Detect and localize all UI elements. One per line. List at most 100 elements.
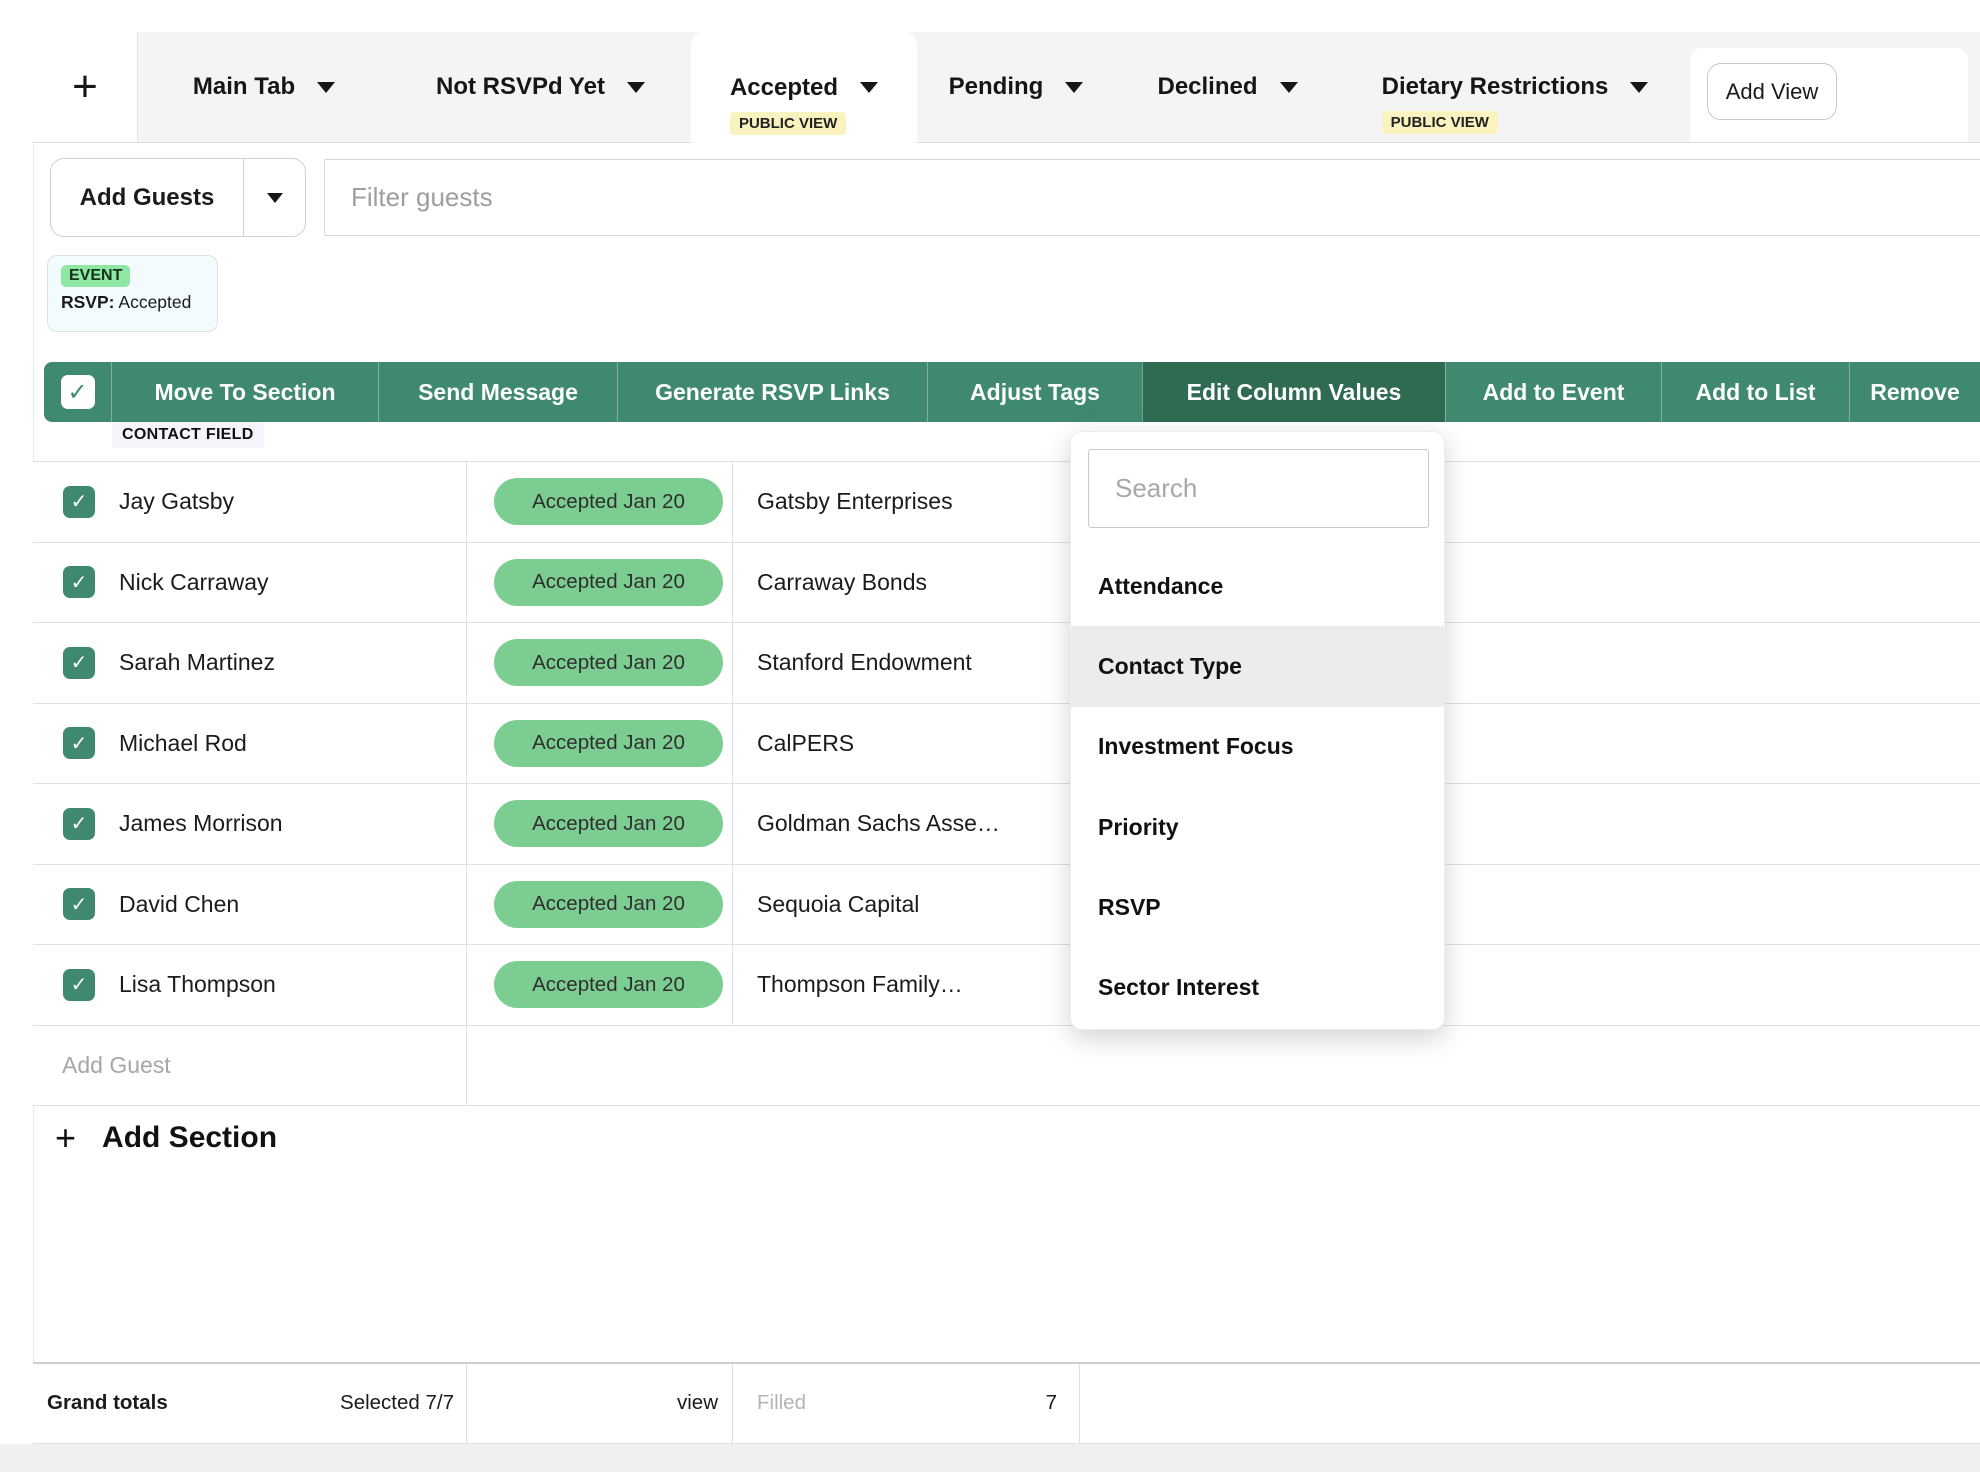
tab-label: Dietary Restrictions bbox=[1382, 73, 1609, 101]
send-message-button[interactable]: Send Message bbox=[378, 362, 617, 422]
guest-name[interactable]: Jay Gatsby bbox=[119, 488, 234, 515]
rsvp-status-pill[interactable]: Accepted Jan 20 bbox=[494, 800, 723, 847]
filter-field-label: RSVP: bbox=[61, 292, 114, 312]
grand-totals-label: Grand totals bbox=[47, 1391, 168, 1415]
tab-bar-divider bbox=[33, 142, 1980, 144]
menu-item-sector-interest[interactable]: Sector Interest bbox=[1071, 947, 1444, 1027]
company-cell[interactable]: Thompson Family… bbox=[733, 945, 1080, 1025]
menu-item-priority[interactable]: Priority bbox=[1071, 787, 1444, 867]
rsvp-status-pill[interactable]: Accepted Jan 20 bbox=[494, 961, 723, 1008]
edit-column-values-button[interactable]: Edit Column Values bbox=[1142, 362, 1445, 422]
plus-icon: + bbox=[72, 65, 98, 109]
menu-item-rsvp[interactable]: RSVP bbox=[1071, 867, 1444, 947]
check-icon: ✓ bbox=[71, 892, 88, 917]
new-view-tab-button[interactable]: + bbox=[33, 32, 138, 142]
public-view-badge: PUBLIC VIEW bbox=[730, 112, 846, 135]
guest-name[interactable]: James Morrison bbox=[119, 810, 283, 837]
table-row: ✓ James Morrison Accepted Jan 20 Goldman… bbox=[33, 784, 1980, 865]
tab-label: Declined bbox=[1157, 73, 1257, 101]
filter-guests-input[interactable] bbox=[324, 159, 1980, 236]
check-icon: ✓ bbox=[71, 570, 88, 595]
chevron-down-icon[interactable] bbox=[1280, 82, 1298, 93]
menu-item-attendance[interactable]: Attendance bbox=[1071, 546, 1444, 626]
tab-dietary-restrictions[interactable]: Dietary Restrictions PUBLIC VIEW bbox=[1340, 32, 1690, 142]
tab-accepted[interactable]: Accepted PUBLIC VIEW bbox=[691, 32, 917, 144]
contact-field-tag: CONTACT FIELD bbox=[112, 422, 264, 448]
tab-declined[interactable]: Declined bbox=[1115, 32, 1340, 142]
adjust-tags-button[interactable]: Adjust Tags bbox=[927, 362, 1142, 422]
tab-pending[interactable]: Pending bbox=[917, 32, 1115, 142]
chevron-down-icon[interactable] bbox=[860, 82, 878, 93]
table-row: ✓ Sarah Martinez Accepted Jan 20 Stanfor… bbox=[33, 623, 1980, 704]
guest-name[interactable]: Sarah Martinez bbox=[119, 649, 275, 676]
guest-name[interactable]: Nick Carraway bbox=[119, 569, 269, 596]
row-checkbox[interactable]: ✓ bbox=[63, 808, 95, 840]
company-cell[interactable]: Gatsby Enterprises bbox=[733, 462, 1080, 542]
empty-cell bbox=[733, 1026, 1080, 1106]
plus-icon: + bbox=[55, 1120, 76, 1156]
add-to-event-button[interactable]: Add to Event bbox=[1445, 362, 1661, 422]
chevron-down-icon[interactable] bbox=[1630, 82, 1648, 93]
guest-name[interactable]: David Chen bbox=[119, 891, 239, 918]
dropdown-search-input[interactable] bbox=[1088, 449, 1429, 528]
tab-label: Main Tab bbox=[193, 73, 295, 101]
public-view-badge: PUBLIC VIEW bbox=[1382, 111, 1498, 134]
selected-summary: Selected 7/7 bbox=[340, 1391, 454, 1415]
add-view-button[interactable]: Add View bbox=[1707, 63, 1837, 120]
row-checkbox[interactable]: ✓ bbox=[63, 888, 95, 920]
chevron-down-icon[interactable] bbox=[1065, 82, 1083, 93]
tab-not-rsvpd-yet[interactable]: Not RSVPd Yet bbox=[390, 32, 691, 142]
select-all-checkbox[interactable]: ✓ bbox=[61, 375, 95, 409]
row-checkbox[interactable]: ✓ bbox=[63, 727, 95, 759]
rsvp-filter-chip[interactable]: EVENT RSVP: Accepted bbox=[47, 255, 218, 332]
company-cell[interactable]: Goldman Sachs Asse… bbox=[733, 784, 1080, 864]
add-guest-row[interactable]: Add Guest bbox=[33, 1026, 1980, 1107]
company-cell[interactable]: Sequoia Capital bbox=[733, 865, 1080, 945]
remove-button[interactable]: Remove bbox=[1849, 362, 1980, 422]
filter-guests-field bbox=[324, 159, 1980, 236]
tab-main-tab[interactable]: Main Tab bbox=[138, 32, 390, 142]
row-checkbox[interactable]: ✓ bbox=[63, 647, 95, 679]
dropdown-item-list: Attendance Contact Type Investment Focus… bbox=[1071, 546, 1444, 1028]
tab-label: Pending bbox=[949, 73, 1044, 101]
row-checkbox[interactable]: ✓ bbox=[63, 969, 95, 1001]
check-icon: ✓ bbox=[71, 972, 88, 997]
move-to-section-button[interactable]: Move To Section bbox=[111, 362, 378, 422]
guest-name[interactable]: Lisa Thompson bbox=[119, 971, 276, 998]
rsvp-status-pill[interactable]: Accepted Jan 20 bbox=[494, 559, 723, 606]
company-cell[interactable]: Carraway Bonds bbox=[733, 543, 1080, 623]
add-section-button[interactable]: + Add Section bbox=[55, 1120, 277, 1156]
row-checkbox[interactable]: ✓ bbox=[63, 566, 95, 598]
row-checkbox[interactable]: ✓ bbox=[63, 486, 95, 518]
empty-cell bbox=[1080, 1026, 1980, 1106]
add-view-panel: Add View bbox=[1690, 48, 1968, 142]
filter-field-value: Accepted bbox=[118, 292, 191, 312]
chevron-down-icon[interactable] bbox=[627, 82, 645, 93]
select-all-cell: ✓ bbox=[44, 362, 111, 422]
company-cell[interactable]: CalPERS bbox=[733, 704, 1080, 784]
check-icon: ✓ bbox=[71, 650, 88, 675]
chevron-down-icon[interactable] bbox=[317, 82, 335, 93]
filter-chip-text: RSVP: Accepted bbox=[61, 292, 204, 313]
event-badge: EVENT bbox=[61, 265, 130, 287]
rsvp-status-pill[interactable]: Accepted Jan 20 bbox=[494, 881, 723, 928]
table-row: ✓ David Chen Accepted Jan 20 Sequoia Cap… bbox=[33, 865, 1980, 946]
generate-rsvp-links-button[interactable]: Generate RSVP Links bbox=[617, 362, 927, 422]
add-guest-placeholder[interactable]: Add Guest bbox=[33, 1026, 467, 1106]
add-section-label: Add Section bbox=[102, 1121, 277, 1155]
filled-count: 7 bbox=[1046, 1391, 1057, 1415]
page-bottom-strip bbox=[0, 1444, 1980, 1472]
menu-item-contact-type[interactable]: Contact Type bbox=[1071, 626, 1444, 706]
add-to-list-button[interactable]: Add to List bbox=[1661, 362, 1849, 422]
menu-item-investment-focus[interactable]: Investment Focus bbox=[1071, 707, 1444, 787]
guest-name[interactable]: Michael Rod bbox=[119, 730, 247, 757]
rsvp-status-pill[interactable]: Accepted Jan 20 bbox=[494, 639, 723, 686]
add-guests-dropdown-button[interactable] bbox=[243, 159, 305, 236]
rsvp-status-pill[interactable]: Accepted Jan 20 bbox=[494, 720, 723, 767]
view-summary[interactable]: view bbox=[677, 1391, 718, 1415]
rsvp-status-pill[interactable]: Accepted Jan 20 bbox=[494, 478, 723, 525]
view-tab-bar: + Main Tab Not RSVPd Yet Accepted PUBLIC… bbox=[33, 32, 1980, 142]
add-guests-button[interactable]: Add Guests bbox=[51, 159, 243, 236]
company-cell[interactable]: Stanford Endowment bbox=[733, 623, 1080, 703]
filled-label[interactable]: Filled bbox=[757, 1391, 806, 1415]
